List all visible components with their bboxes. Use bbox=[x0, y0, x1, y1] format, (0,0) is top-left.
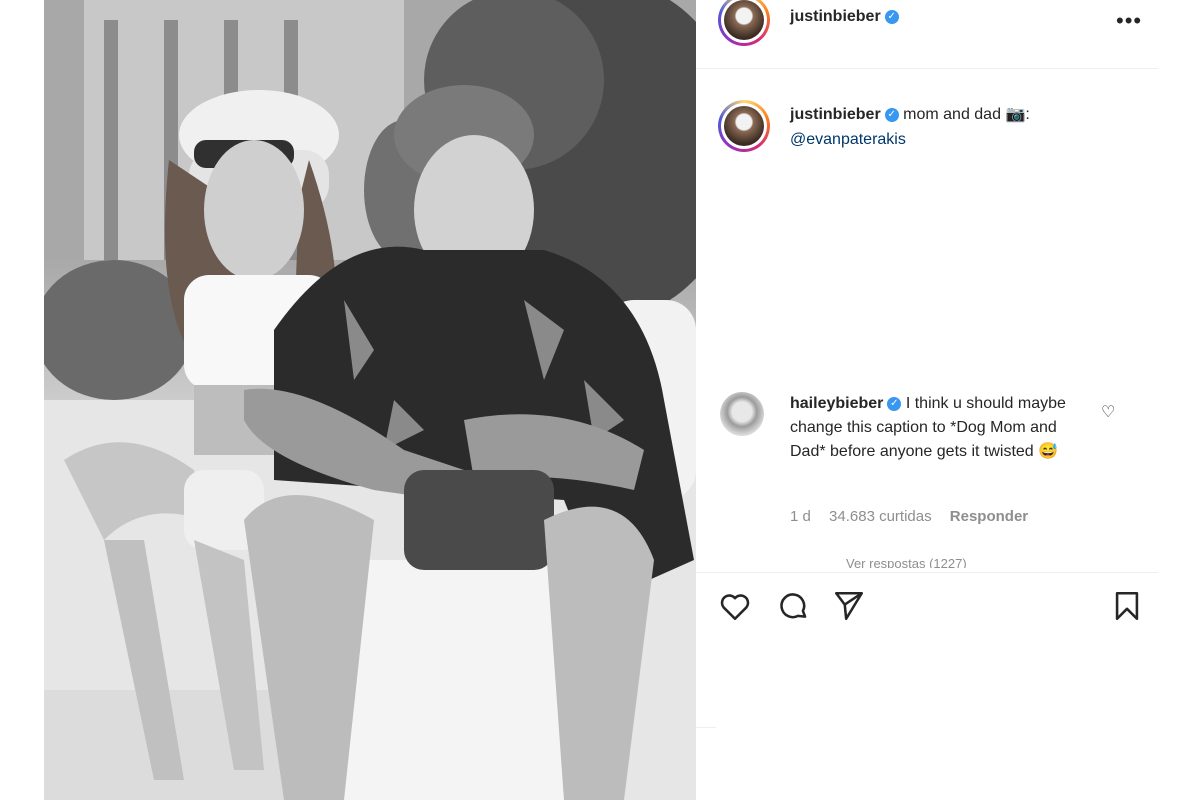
comment-meta: 1 d 34.683 curtidas Responder bbox=[790, 508, 1042, 525]
actions-bar bbox=[696, 572, 1158, 649]
divider bbox=[696, 727, 716, 728]
photo-illustration bbox=[44, 0, 696, 800]
post-photo[interactable] bbox=[44, 0, 696, 800]
caption-text: mom and dad bbox=[903, 106, 1001, 123]
author-username[interactable]: justinbieber bbox=[790, 8, 881, 25]
author-avatar[interactable] bbox=[718, 0, 770, 46]
post-caption: justinbieber ✓ mom and dad 📷: @evanpatera… bbox=[790, 102, 1140, 152]
reply-button[interactable]: Responder bbox=[950, 508, 1028, 525]
post-header: justinbieber ✓ ••• bbox=[696, 0, 1158, 69]
comment-age: 1 d bbox=[790, 508, 811, 525]
camera-emoji: 📷 bbox=[1005, 106, 1026, 123]
caption-username[interactable]: justinbieber bbox=[790, 106, 881, 123]
page-margin bbox=[0, 0, 44, 800]
verified-badge-icon: ✓ bbox=[887, 396, 902, 411]
comment-username[interactable]: haileybieber bbox=[790, 395, 883, 412]
caption-avatar[interactable] bbox=[718, 100, 770, 152]
commenter-avatar[interactable] bbox=[720, 392, 764, 436]
heart-icon[interactable] bbox=[718, 589, 752, 623]
bookmark-icon[interactable] bbox=[1110, 589, 1144, 623]
paper-plane-icon[interactable] bbox=[832, 589, 866, 623]
verified-badge-icon: ✓ bbox=[884, 9, 899, 24]
caption-colon: : bbox=[1025, 106, 1030, 123]
comment-bubble-icon[interactable] bbox=[776, 589, 810, 623]
comment: haileybieber ✓ I think u should maybe cha… bbox=[790, 392, 1080, 464]
more-options-icon[interactable]: ••• bbox=[1116, 8, 1142, 34]
view-replies-link[interactable]: Ver respostas (1227) bbox=[846, 556, 967, 568]
comment-like-heart-icon[interactable]: ♡ bbox=[1101, 402, 1115, 422]
sweat-smile-emoji: 😅 bbox=[1038, 443, 1059, 460]
verified-badge-icon: ✓ bbox=[884, 107, 899, 122]
caption-mention-link[interactable]: @evanpaterakis bbox=[790, 131, 906, 148]
post-side-panel: justinbieber ✓ ••• justinbieber ✓ mom and … bbox=[696, 0, 1160, 800]
comment-likes[interactable]: 34.683 curtidas bbox=[829, 508, 932, 525]
